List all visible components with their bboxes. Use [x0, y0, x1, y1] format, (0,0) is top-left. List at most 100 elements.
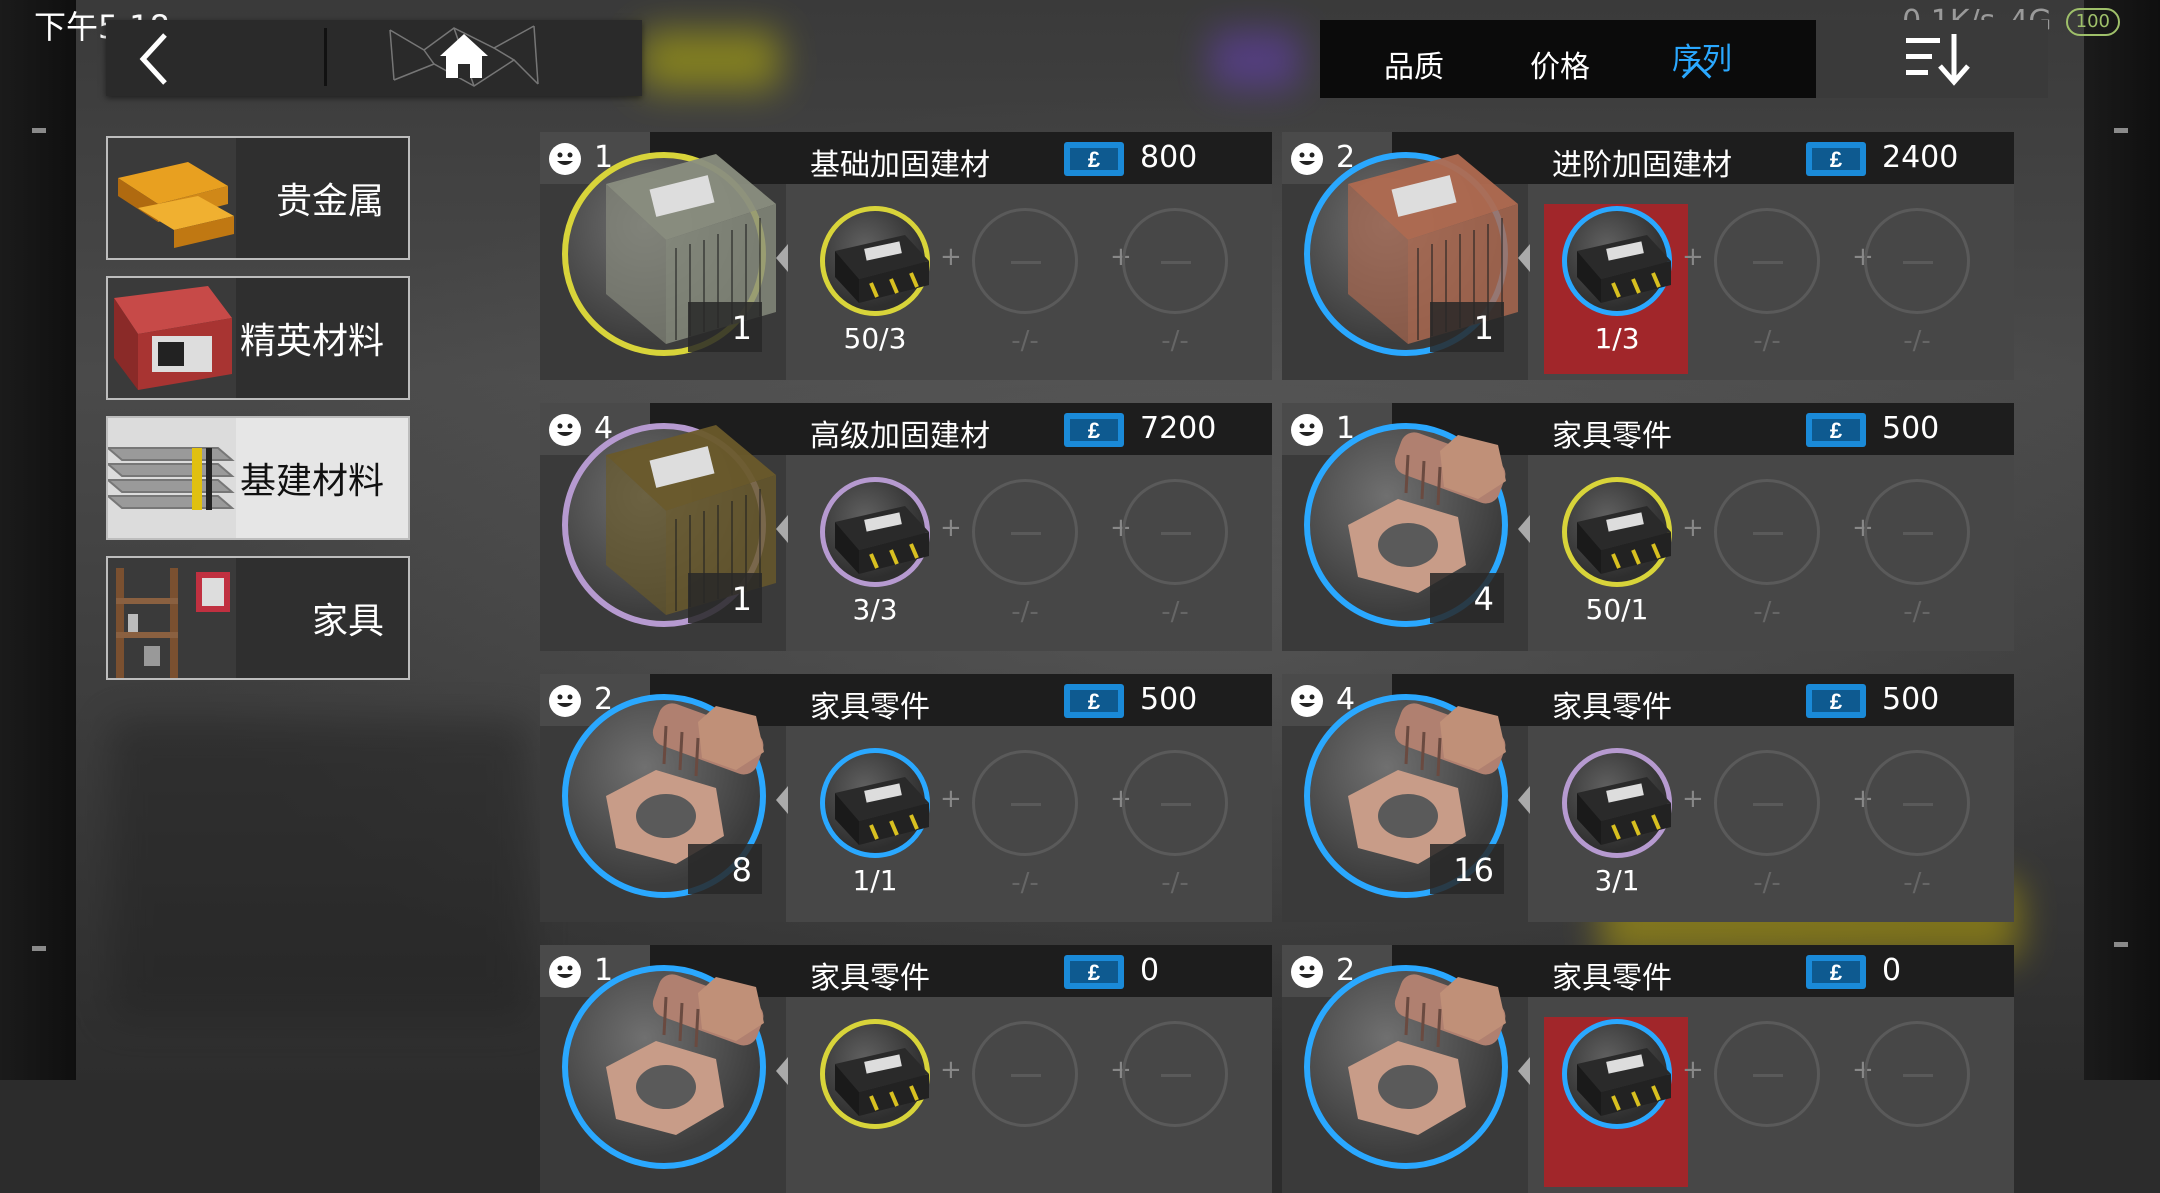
recipe-card[interactable]: 4 高级加固建材 £ 7200 1 3/3 + -/- + -/-	[540, 403, 1272, 651]
battery-icon: 100	[2065, 7, 2120, 36]
category-elite-materials[interactable]: 精英材料	[106, 276, 410, 400]
plus-icon: +	[940, 513, 962, 543]
empty-material-slot	[1714, 208, 1820, 314]
material-count: 3/3	[852, 593, 898, 626]
empty-material-slot	[1714, 1021, 1820, 1127]
material-count: 50/3	[843, 322, 907, 355]
currency-icon: £	[1804, 951, 1868, 993]
plus-icon: +	[1682, 242, 1704, 272]
empty-material-slot	[1122, 1021, 1228, 1127]
item-title: 高级加固建材	[810, 419, 990, 454]
empty-material-slot	[1714, 750, 1820, 856]
empty-slot-count: -/-	[1753, 868, 1781, 898]
empty-material-slot	[1864, 1021, 1970, 1127]
svg-text:£: £	[1088, 960, 1101, 985]
svg-text:£: £	[1830, 689, 1843, 714]
arrow-left-icon	[776, 515, 788, 543]
top-nav	[106, 20, 642, 96]
category-infrastructure-materials[interactable]: 基建材料	[106, 416, 410, 540]
material-slot[interactable]	[820, 748, 930, 858]
material-slot[interactable]	[1562, 1019, 1672, 1129]
arrow-left-icon	[776, 1057, 788, 1085]
empty-slot-count: -/-	[1011, 597, 1039, 627]
sort-tab-quality[interactable]: 品质	[1384, 42, 1444, 86]
item-count: 1	[688, 573, 762, 623]
item-price: 500	[1882, 411, 1940, 446]
material-slot[interactable]	[1562, 477, 1672, 587]
currency-icon: £	[1062, 680, 1126, 722]
smile-icon	[1290, 684, 1324, 718]
empty-slot-count: -/-	[1161, 326, 1189, 356]
bookshelf-icon	[108, 558, 236, 678]
item-price: 800	[1140, 140, 1198, 175]
item-price: 2400	[1882, 140, 1959, 175]
item-title: 进阶加固建材	[1552, 148, 1732, 183]
material-slot[interactable]	[820, 206, 930, 316]
recipe-card[interactable]: 2 家具零件 £ 0 + +	[1282, 945, 2014, 1193]
currency-icon: £	[1804, 138, 1868, 180]
material-slot[interactable]	[1562, 748, 1672, 858]
recipe-card[interactable]: 2 进阶加固建材 £ 2400 1 1/3 + -/- + -/-	[1282, 132, 2014, 380]
category-precious-metals[interactable]: 贵金属	[106, 136, 410, 260]
arrow-left-icon	[776, 786, 788, 814]
recipe-card[interactable]: 1 家具零件 £ 500 4 50/1 + -/- + -/-	[1282, 403, 2014, 651]
item-title: 家具零件	[810, 961, 930, 996]
empty-slot-count: -/-	[1903, 868, 1931, 898]
material-slot[interactable]	[820, 477, 930, 587]
smile-icon	[1290, 955, 1324, 989]
empty-material-slot	[1864, 208, 1970, 314]
item-title: 家具零件	[1552, 961, 1672, 996]
sort-descending-icon	[1906, 34, 1970, 86]
arrow-left-icon	[1518, 786, 1530, 814]
smile-icon	[548, 955, 582, 989]
material-slot[interactable]	[820, 1019, 930, 1129]
empty-slot-count: -/-	[1011, 326, 1039, 356]
recipe-card[interactable]: 1 家具零件 £ 0 + +	[540, 945, 1272, 1193]
recipe-card[interactable]: 1 基础加固建材 £ 800 1 50/3 + -/- + -/-	[540, 132, 1272, 380]
smile-icon	[1290, 413, 1324, 447]
elite-crate-icon	[108, 278, 236, 398]
divider	[324, 28, 327, 86]
empty-slot-count: -/-	[1011, 868, 1039, 898]
empty-slot-count: -/-	[1753, 326, 1781, 356]
chevron-left-icon	[139, 33, 167, 85]
item-price: 0	[1140, 953, 1160, 988]
category-label: 基建材料	[239, 461, 384, 502]
blurred-shape	[110, 720, 530, 1020]
item-price: 500	[1882, 682, 1940, 717]
smile-icon	[548, 684, 582, 718]
smile-icon	[548, 413, 582, 447]
material-count: 3/1	[1594, 864, 1640, 897]
item-title: 家具零件	[1552, 419, 1672, 454]
arrow-left-icon	[1518, 515, 1530, 543]
sort-tab-price[interactable]: 价格	[1530, 42, 1590, 86]
item-count: 8	[688, 844, 762, 894]
currency-icon: £	[1062, 409, 1126, 451]
item-title: 家具零件	[810, 690, 930, 725]
back-button[interactable]	[120, 30, 190, 88]
item-price: 500	[1140, 682, 1198, 717]
item-title: 基础加固建材	[810, 148, 990, 183]
currency-icon: £	[1062, 951, 1126, 993]
empty-material-slot	[1714, 479, 1820, 585]
plus-icon: +	[940, 784, 962, 814]
item-count: 1	[688, 302, 762, 352]
category-label: 贵金属	[275, 181, 384, 222]
home-button[interactable]	[384, 20, 544, 96]
currency-icon: £	[1804, 409, 1868, 451]
empty-slot-count: -/-	[1903, 326, 1931, 356]
empty-material-slot	[1122, 479, 1228, 585]
gold-bars-icon	[108, 138, 236, 258]
sort-order-button[interactable]	[1816, 20, 2048, 98]
plus-icon: +	[940, 242, 962, 272]
recipe-card[interactable]: 2 家具零件 £ 500 8 1/1 + -/- + -/-	[540, 674, 1272, 922]
recipe-card[interactable]: 4 家具零件 £ 500 16 3/1 + -/- + -/-	[1282, 674, 2014, 922]
item-title: 家具零件	[1552, 690, 1672, 725]
item-count: 16	[1430, 844, 1504, 894]
empty-material-slot	[972, 1021, 1078, 1127]
empty-material-slot	[972, 479, 1078, 585]
category-furniture[interactable]: 家具	[106, 556, 410, 680]
category-label: 精英材料	[239, 321, 384, 362]
bolt-nut-icon	[1328, 957, 1528, 1167]
material-slot[interactable]	[1562, 206, 1672, 316]
